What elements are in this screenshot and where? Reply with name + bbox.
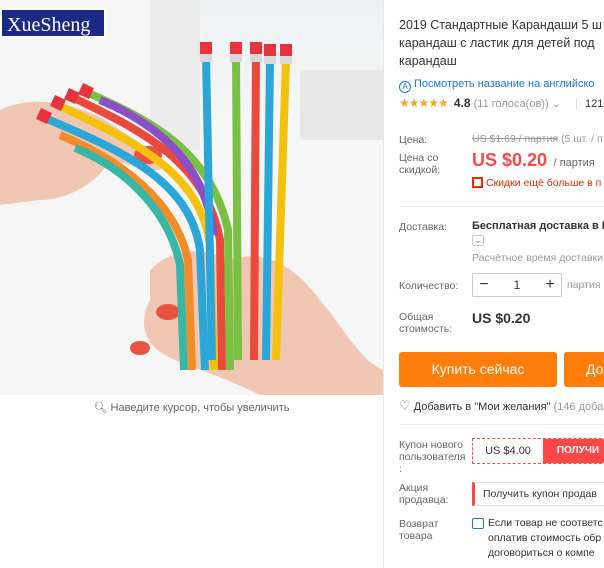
more-discounts-link[interactable]: Скидки ещё больше в п xyxy=(472,177,601,189)
rating-stars: ★★★★★ xyxy=(399,96,449,110)
total-price: US $0.20 xyxy=(472,310,531,326)
discount-price-label: Цена со скидкой: xyxy=(399,152,441,176)
total-label: Общая стоимость: xyxy=(399,311,453,335)
rating-count: (11 голоса(ов)) xyxy=(473,98,549,110)
divider xyxy=(399,424,604,425)
seller-promo-label: Акция продавца: xyxy=(399,482,449,506)
new-user-coupon-label: Купон нового пользователя : xyxy=(399,439,466,475)
old-price: US $1.69 / партия (5 шт. / п xyxy=(472,133,603,145)
buy-now-button[interactable]: Купить сейчас xyxy=(399,352,557,387)
rating-row[interactable]: ★★★★★ 4.8 (11 голоса(ов)) ⌄ 121 xyxy=(399,96,604,110)
increase-quantity-button[interactable]: + xyxy=(539,274,561,296)
shipping-label: Доставка: xyxy=(399,221,448,233)
return-policy-icon xyxy=(472,518,484,529)
wishlist-count: (146 добав xyxy=(553,401,604,413)
qr-code-icon xyxy=(472,177,483,188)
orders-count: 121 xyxy=(575,98,604,110)
product-info-panel: 2019 Стандартные Карандаши 5 ш карандаш … xyxy=(383,0,604,568)
rating-score: 4.8 xyxy=(453,96,471,110)
seller-coupon-button[interactable]: Получить купон продав xyxy=(472,482,604,506)
zoom-hint-text: Наведите курсор, чтобы увеличить xyxy=(110,402,290,414)
delivery-time: Расчётное время доставки xyxy=(472,252,604,264)
quantity-stepper: − 1 + xyxy=(472,273,562,297)
decrease-quantity-button[interactable]: − xyxy=(473,274,495,296)
zoom-hint: 🔍︎ Наведите курсор, чтобы увеличить xyxy=(0,398,383,418)
product-image[interactable]: XueSheng xyxy=(0,0,383,395)
quantity-input[interactable]: 1 xyxy=(495,274,539,296)
get-coupon-button[interactable]: ПОЛУЧИ xyxy=(543,439,604,463)
discount-price: US $0.20 / партия xyxy=(472,150,595,170)
product-title: 2019 Стандартные Карандаши 5 ш карандаш … xyxy=(399,18,602,68)
divider xyxy=(399,206,604,207)
heart-icon: ♡ xyxy=(399,398,411,413)
price-label: Цена: xyxy=(399,134,428,146)
chevron-down-icon: ⌄ xyxy=(551,98,561,110)
pencils-photo xyxy=(0,42,383,395)
translate-link[interactable]: A Посмотреть название на английско xyxy=(399,78,595,93)
brand-logo: XueSheng xyxy=(0,8,106,38)
new-user-coupon: US $4.00 ПОЛУЧИ xyxy=(472,438,604,464)
add-to-cart-button[interactable]: До xyxy=(564,352,604,387)
quantity-label: Количество: xyxy=(399,280,459,292)
shipping-dropdown-icon[interactable]: ⌄ xyxy=(472,235,484,246)
quantity-unit: партия xyxy=(567,279,601,291)
return-policy-text: Если товар не соответс оплатив стоимость… xyxy=(488,517,603,559)
magnifier-icon: 🔍︎ xyxy=(93,402,108,414)
translate-icon: A xyxy=(399,81,411,93)
returns-label: Возврат товара xyxy=(399,518,439,542)
add-to-wishlist-link[interactable]: ♡ Добавить в "Мои желания" (146 добав xyxy=(399,398,604,414)
shipping-value[interactable]: Бесплатная доставка в R xyxy=(472,220,604,232)
coupon-amount: US $4.00 xyxy=(485,445,531,457)
